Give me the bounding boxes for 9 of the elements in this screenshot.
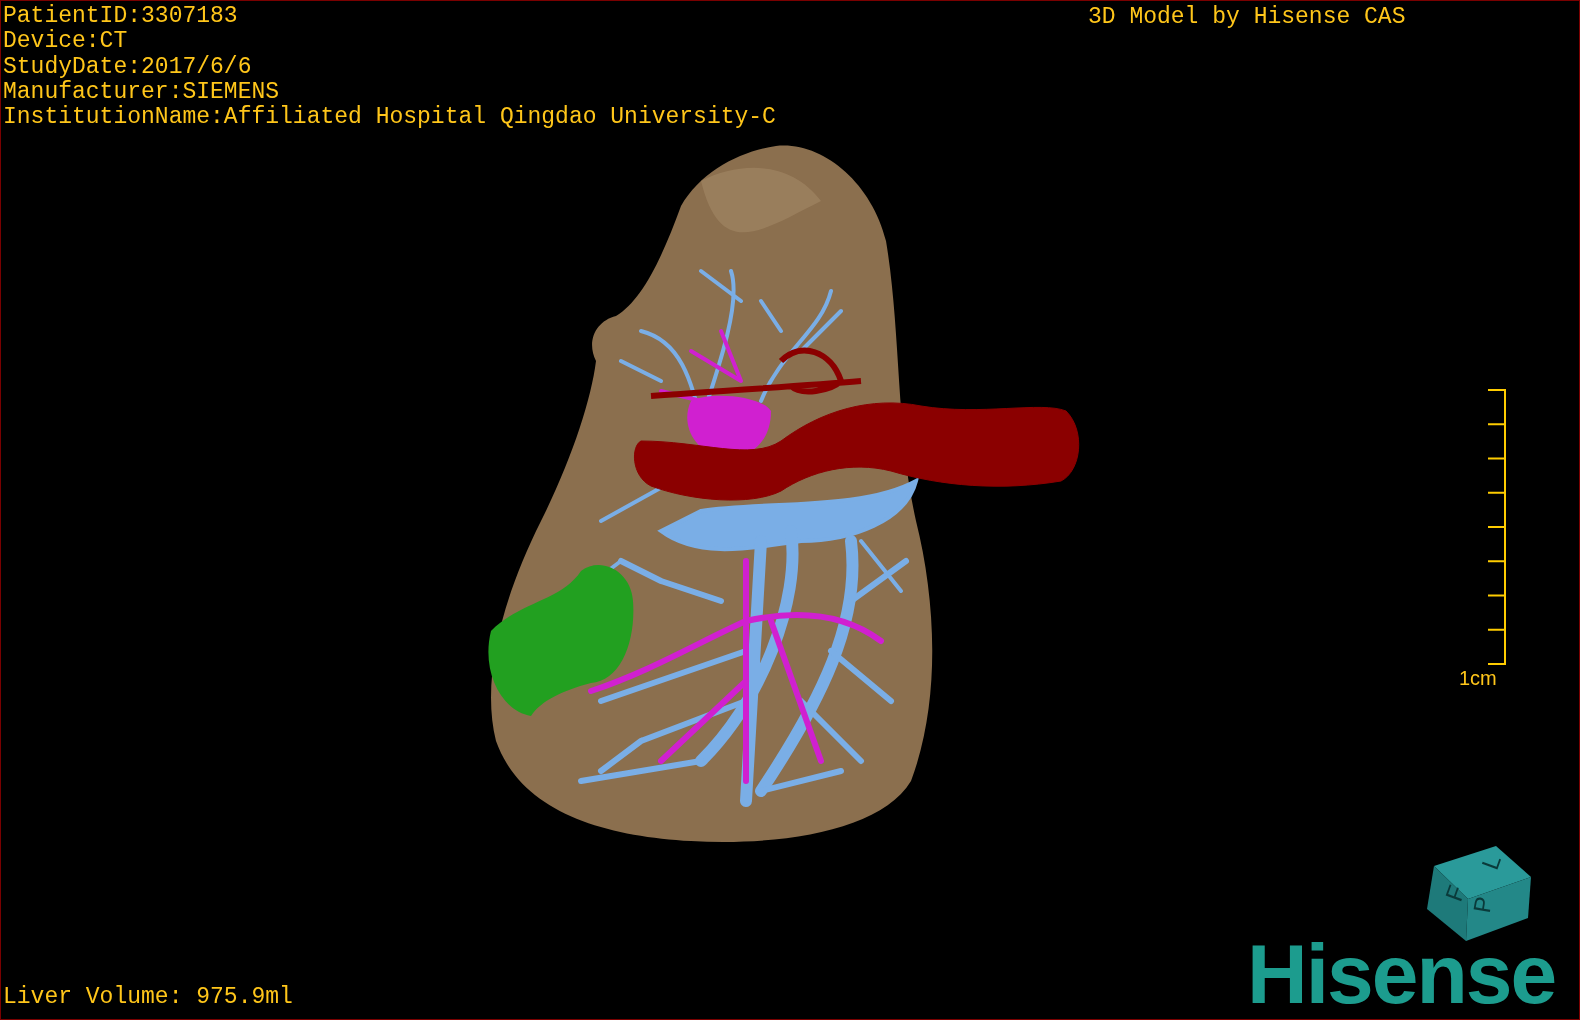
study-info-line: StudyDate:2017/6/6 <box>3 54 253 80</box>
study-info-line: InstitutionName:Affiliated Hospital Qingdao University-C <box>3 105 776 131</box>
study-info-line: Device:CT <box>3 29 129 55</box>
liver-model-drawing[interactable] <box>488 145 1080 842</box>
study-info-line: PatientID:3307183 <box>3 4 239 29</box>
scale-label: 1cm <box>1459 667 1497 689</box>
liver-volume: Liver Volume: 975.9ml <box>3 985 293 1011</box>
viewer-title: 3D Model by Hisense CAS <box>1088 5 1406 31</box>
study-info-line: Manufacturer:SIEMENS <box>3 79 281 105</box>
